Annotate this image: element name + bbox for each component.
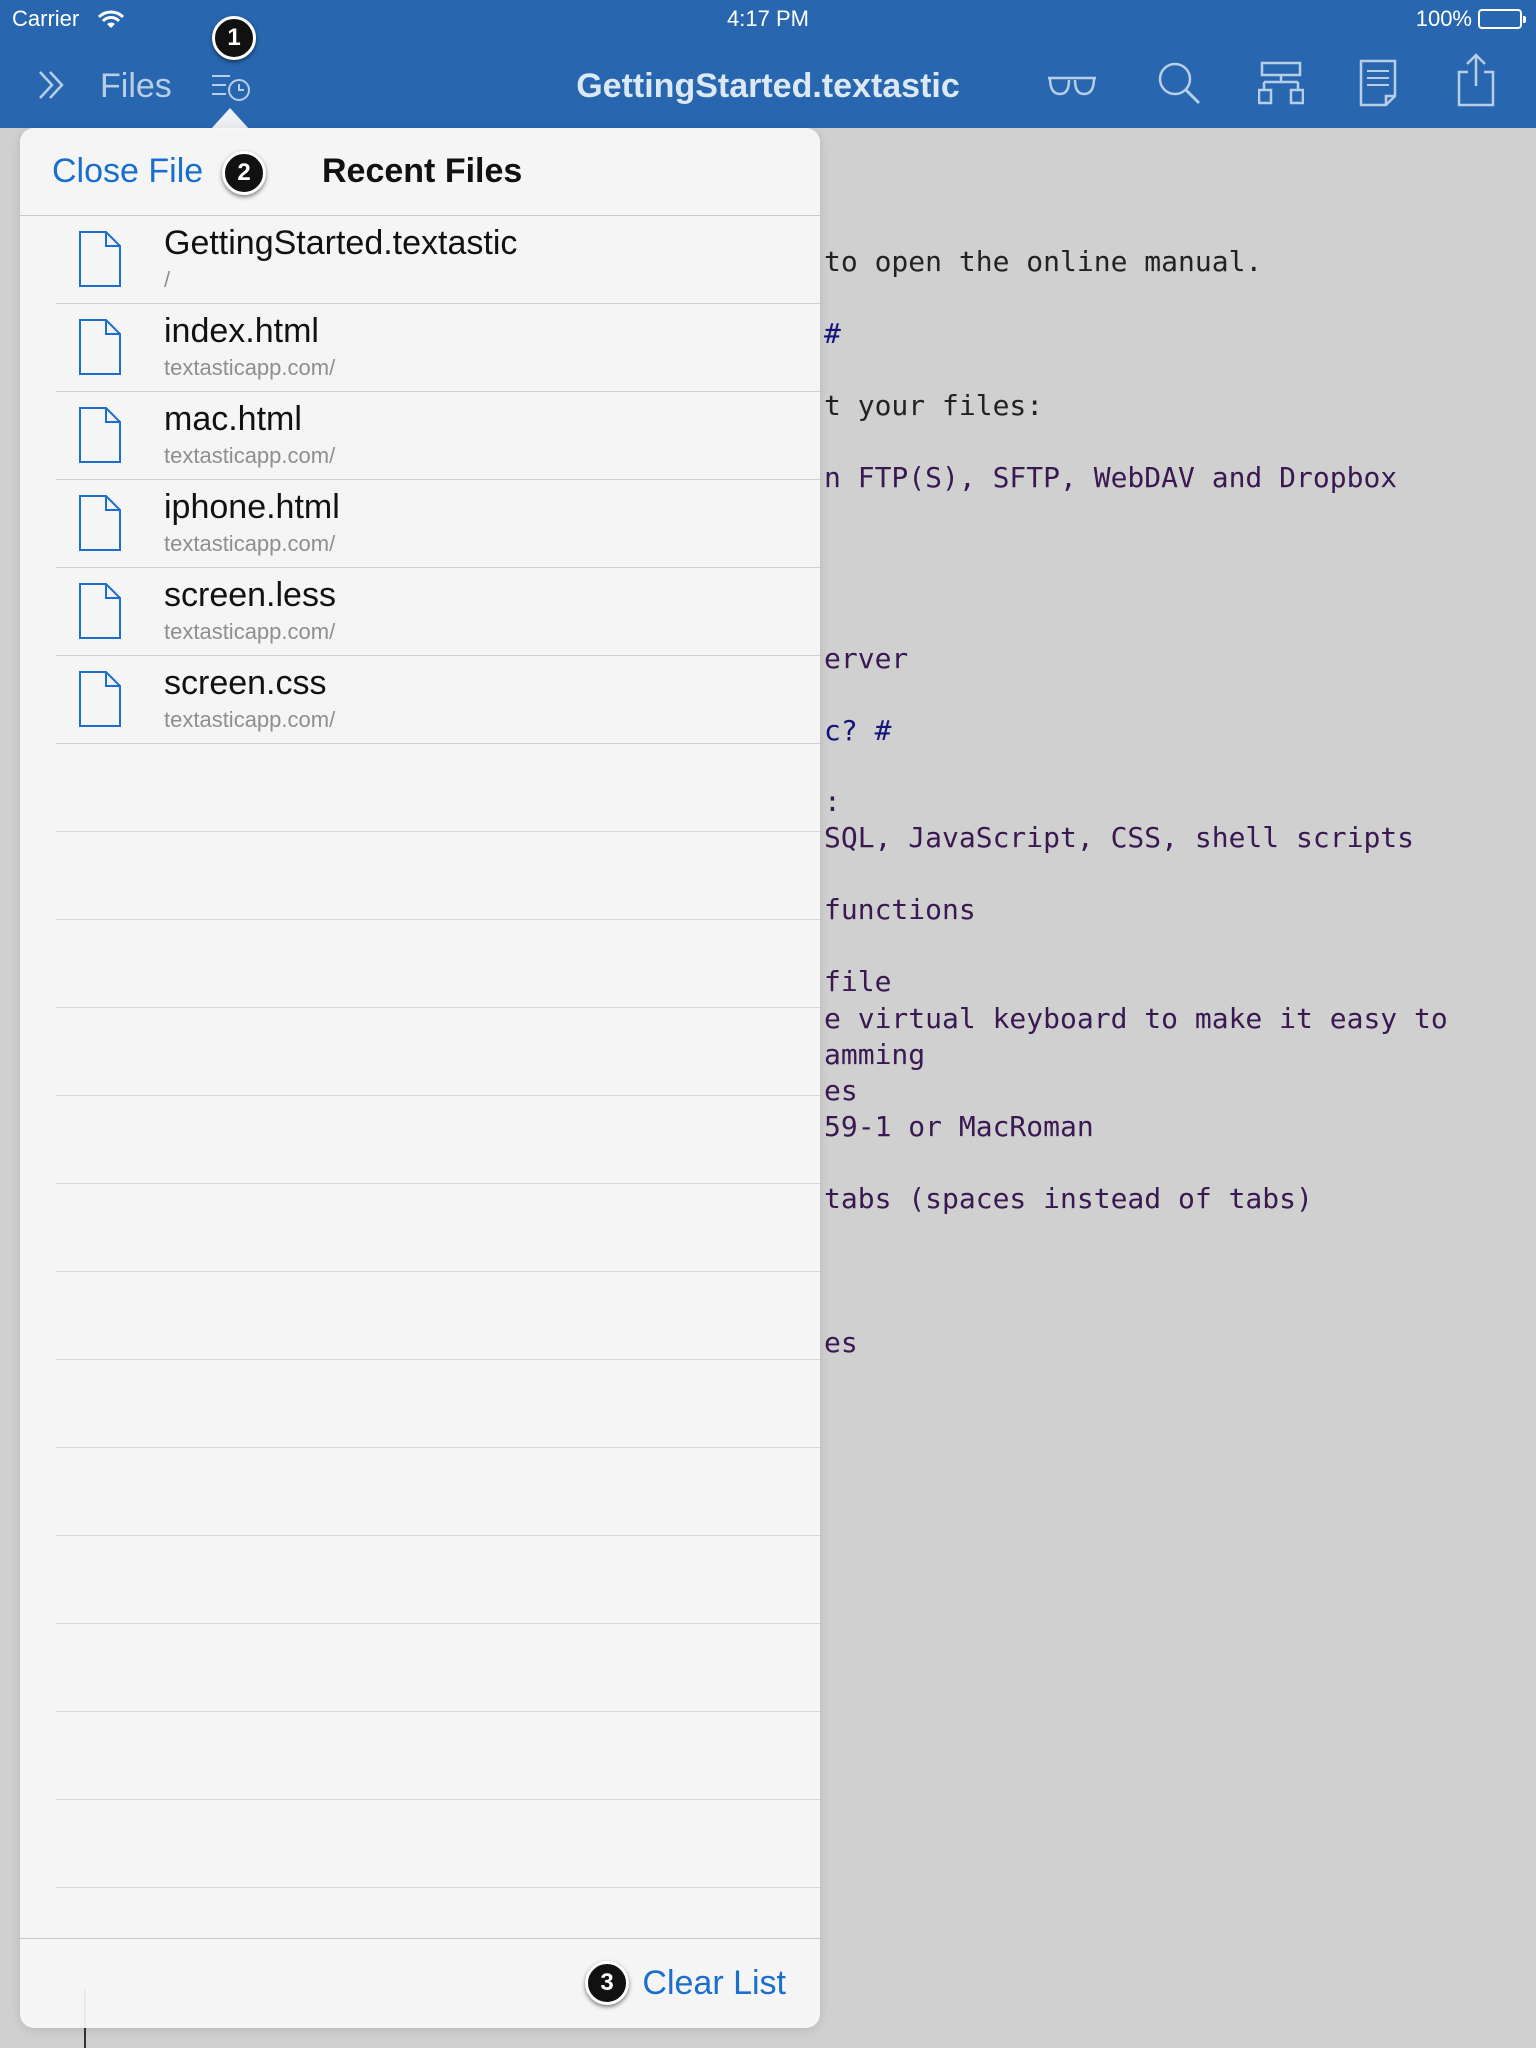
file-name: index.html: [164, 312, 319, 350]
popover-header: Close File Recent Files: [20, 128, 820, 216]
code-line: functions: [824, 893, 976, 926]
file-name: mac.html: [164, 400, 302, 438]
code-line: file: [824, 965, 892, 998]
divider: [56, 919, 820, 920]
callout-badge-1: 1: [212, 16, 256, 60]
clear-list-button[interactable]: Clear List: [642, 1964, 786, 2003]
code-line: es: [824, 1074, 858, 1107]
file-icon: [79, 407, 121, 463]
file-name: GettingStarted.textastic: [164, 224, 518, 262]
code-line: :: [824, 785, 841, 818]
file-name: screen.css: [164, 664, 327, 702]
code-line: #: [824, 317, 841, 350]
files-button[interactable]: Files: [100, 58, 172, 114]
callout-badge-2: 2: [222, 151, 266, 195]
file-row[interactable]: index.html textasticapp.com/: [56, 304, 820, 392]
file-name: screen.less: [164, 576, 336, 614]
divider: [56, 1535, 820, 1536]
file-path: textasticapp.com/: [164, 355, 336, 380]
divider: [56, 743, 820, 744]
symbols-icon[interactable]: [1258, 60, 1304, 106]
file-row[interactable]: screen.less textasticapp.com/: [56, 568, 820, 656]
file-row[interactable]: GettingStarted.textastic /: [56, 216, 820, 304]
divider: [56, 831, 820, 832]
divider: [56, 1007, 820, 1008]
code-line: es: [824, 1326, 858, 1359]
popover-arrow: [210, 108, 250, 130]
battery-icon: [1478, 9, 1526, 29]
divider: [56, 1623, 820, 1624]
recent-files-popover: Close File Recent Files GettingStarted.t…: [20, 128, 820, 2028]
file-path: textasticapp.com/: [164, 443, 336, 468]
divider: [56, 1711, 820, 1712]
code-line: amming: [824, 1038, 926, 1071]
callout-badge-3: 3: [585, 1961, 629, 2005]
document-icon[interactable]: [1358, 58, 1398, 108]
file-row[interactable]: mac.html textasticapp.com/: [56, 392, 820, 480]
battery-indicator: 100%: [1415, 6, 1526, 32]
code-line: e virtual keyboard to make it easy to: [824, 1002, 1448, 1035]
close-file-button[interactable]: Close File: [52, 152, 203, 191]
divider: [56, 1095, 820, 1096]
divider: [56, 1447, 820, 1448]
code-line: n FTP(S), SFTP, WebDAV and Dropbox: [824, 461, 1398, 494]
divider: [56, 1799, 820, 1800]
file-path: textasticapp.com/: [164, 619, 336, 644]
code-line: c? #: [824, 714, 892, 747]
code-line: t your files:: [824, 389, 1044, 422]
file-icon: [79, 583, 121, 639]
file-path: /: [164, 267, 171, 292]
divider: [56, 1887, 820, 1888]
code-line: to open the online manual.: [824, 245, 1263, 278]
file-icon: [79, 495, 121, 551]
popover-title: Recent Files: [322, 152, 523, 190]
code-line: 59-1 or MacRoman: [824, 1110, 1094, 1143]
divider: [56, 1271, 820, 1272]
code-line: SQL, JavaScript, CSS, shell scripts: [824, 821, 1415, 854]
divider: [56, 1183, 820, 1184]
recent-files-icon[interactable]: [210, 70, 254, 104]
file-row[interactable]: iphone.html textasticapp.com/: [56, 480, 820, 568]
battery-percent: 100%: [1415, 6, 1472, 31]
chevrons-right-icon[interactable]: [36, 68, 66, 102]
search-icon[interactable]: [1156, 60, 1202, 106]
file-path: textasticapp.com/: [164, 707, 336, 732]
file-icon: [79, 671, 121, 727]
code-line: tabs (spaces instead of tabs): [824, 1182, 1313, 1215]
file-icon: [79, 319, 121, 375]
file-name: iphone.html: [164, 488, 340, 526]
glasses-icon[interactable]: [1046, 70, 1098, 100]
file-icon: [79, 231, 121, 287]
divider: [20, 1938, 820, 1939]
file-path: textasticapp.com/: [164, 531, 336, 556]
share-icon[interactable]: [1456, 52, 1496, 108]
code-line: erver: [824, 642, 909, 675]
divider: [56, 1359, 820, 1360]
file-row[interactable]: screen.css textasticapp.com/: [56, 656, 820, 744]
